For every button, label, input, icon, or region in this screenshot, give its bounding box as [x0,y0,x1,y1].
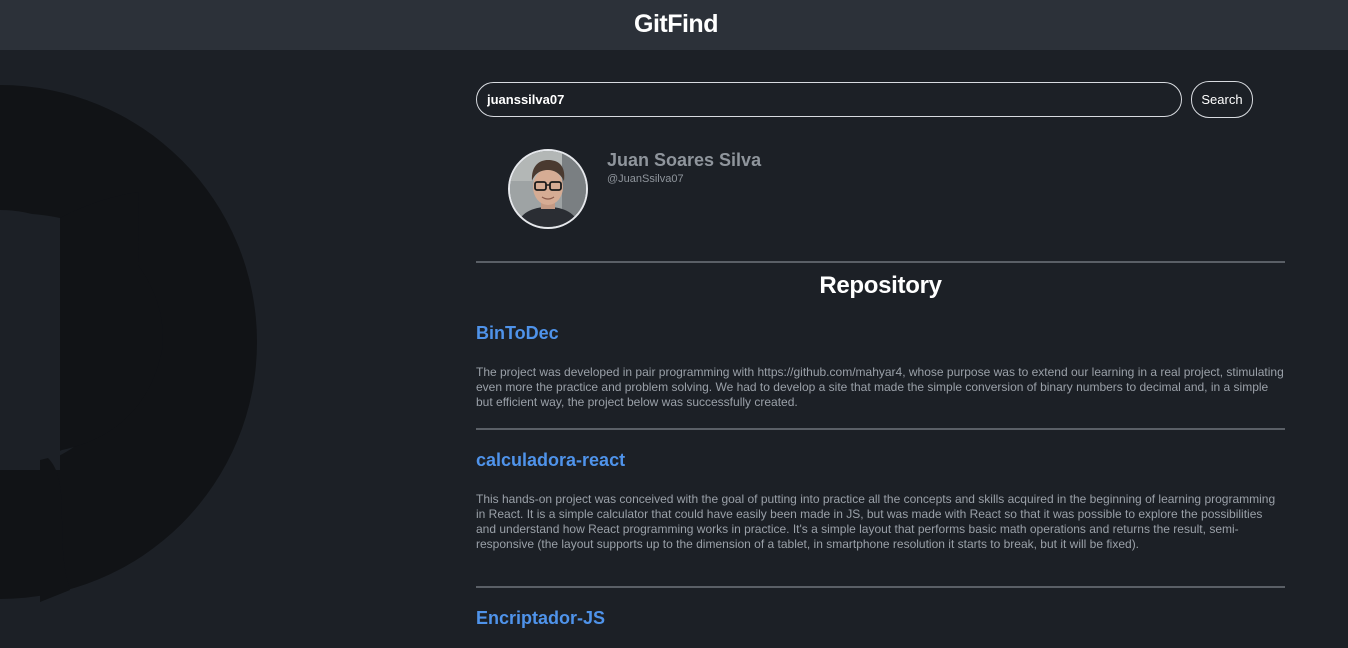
profile-login: @JuanSsilva07 [607,173,684,185]
repo-divider [476,428,1285,430]
github-octocat-icon [0,85,257,602]
repo-description: This hands-on project was conceived with… [476,492,1276,551]
repo-link-encriptador-js[interactable]: Encriptador-JS [476,608,605,629]
app-header: GitFind [0,0,1348,50]
search-button[interactable]: Search [1191,81,1253,118]
profile-name: Juan Soares Silva [607,150,762,170]
repo-link-bintodec[interactable]: BinToDec [476,323,559,344]
search-input[interactable] [476,82,1182,117]
repo-divider [476,586,1285,588]
profile-divider [476,261,1285,263]
avatar [508,149,588,229]
user-avatar [510,151,586,227]
github-logo-icon [0,50,420,648]
repository-heading: Repository [819,272,942,299]
app-title: GitFind [634,10,718,38]
repo-description: The project was developed in pair progra… [476,365,1284,409]
repo-link-calculadora-react[interactable]: calculadora-react [476,450,625,471]
